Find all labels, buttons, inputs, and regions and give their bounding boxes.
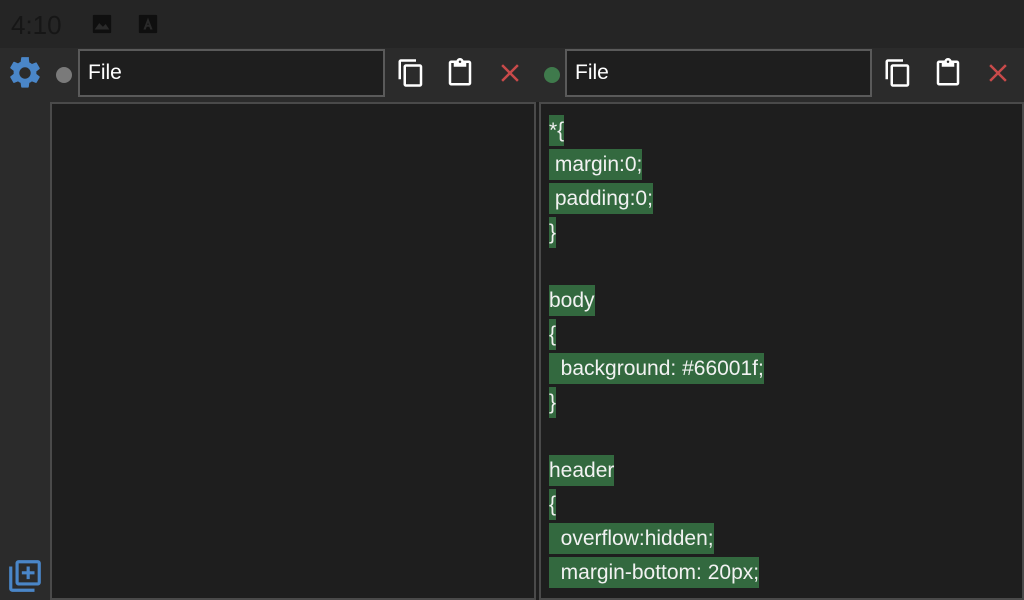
code-line: } [549,386,1019,420]
code-line-text: overflow:hidden; [549,523,714,554]
left-file-input[interactable] [78,49,385,97]
status-bar: 4:10 [0,0,1024,48]
code-line: header [549,454,1019,488]
code-line-text: body [549,285,595,316]
left-paste-icon[interactable] [445,58,475,88]
code-line: { [549,318,1019,352]
code-line-text: } [549,217,557,248]
right-toolbar [538,48,1024,102]
gear-icon[interactable] [6,54,44,92]
code-line: background: #66001f; [549,352,1019,386]
left-editor[interactable] [50,102,536,600]
app-icon [138,14,158,34]
code-line: { [549,488,1019,522]
image-icon [92,14,112,34]
code-line: margin-bottom: 20px; [549,556,1019,590]
code-line-text: header [549,455,615,486]
code-line: } [549,216,1019,250]
code-line-text: padding:0; [549,183,653,214]
code-line-text: margin-bottom: 20px; [549,557,760,588]
code-line: body [549,284,1019,318]
code-line-text: *{ [549,115,565,146]
right-status-dot [544,67,560,83]
code-line-text: margin:0; [549,149,643,180]
right-copy-icon[interactable] [883,58,913,88]
code-line-text: { [549,489,557,520]
code-line-text: } [549,387,557,418]
code-line: padding:0; [549,182,1019,216]
left-close-icon[interactable] [495,58,525,88]
code-line-text: { [549,319,557,350]
left-copy-icon[interactable] [396,58,426,88]
right-close-icon[interactable] [983,58,1013,88]
code-line-text: background: #66001f; [549,353,764,384]
code-line: *{ [549,114,1019,148]
right-editor[interactable]: *{ margin:0; padding:0;} body{ background… [539,102,1024,600]
sidebar [0,48,50,600]
right-code-area[interactable]: *{ margin:0; padding:0;} body{ background… [549,114,1019,590]
right-file-input[interactable] [565,49,872,97]
code-line: overflow:hidden; [549,522,1019,556]
right-paste-icon[interactable] [933,58,963,88]
left-toolbar [50,48,538,102]
code-line: margin:0; [549,148,1019,182]
status-time: 4:10 [11,10,62,40]
add-file-icon[interactable] [6,556,44,596]
left-status-dot [56,67,72,83]
